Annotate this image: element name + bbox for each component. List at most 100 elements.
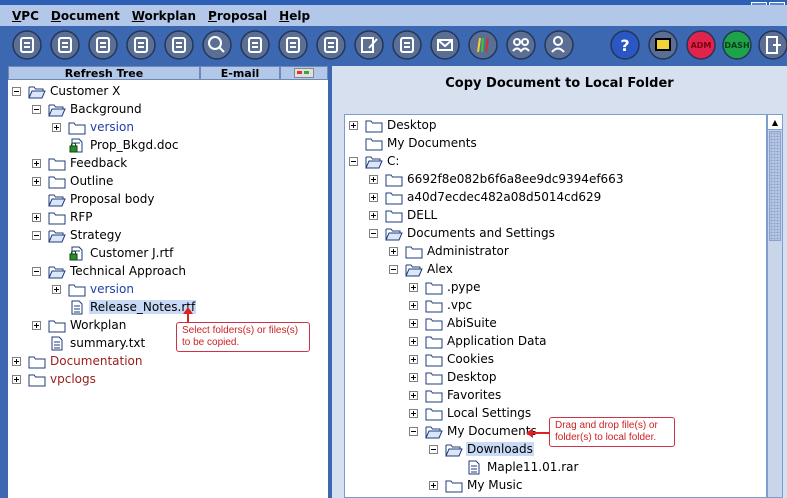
view-toggle-button[interactable] (280, 66, 328, 80)
local-tree-row[interactable]: .vpc (409, 296, 473, 314)
local-tree-row[interactable]: a40d7ecdec482a08d5014cd629 (369, 188, 602, 206)
expand-icon[interactable] (409, 354, 418, 364)
scroll-up-button[interactable]: ▲ (768, 115, 782, 130)
expand-icon[interactable] (409, 318, 418, 328)
expand-icon[interactable] (409, 282, 418, 292)
toolbar-icon-9[interactable] (316, 30, 346, 60)
local-tree-row[interactable]: Cookies (409, 350, 495, 368)
local-tree-row[interactable]: My Music (429, 476, 523, 494)
expand-icon[interactable] (32, 320, 41, 330)
expand-icon[interactable] (389, 246, 398, 256)
project-tree-row[interactable]: Release_Notes.rtf (52, 298, 197, 316)
expand-icon[interactable] (409, 336, 418, 346)
collapse-icon[interactable] (429, 444, 438, 454)
vertical-scrollbar[interactable]: ▲ (767, 114, 783, 498)
project-tree-row[interactable]: Prop_Bkgd.doc (52, 136, 179, 154)
project-tree-row[interactable]: vpclogs (12, 370, 97, 388)
project-tree-row[interactable]: RFP (32, 208, 93, 226)
project-tree-row[interactable]: Strategy (32, 226, 122, 244)
collapse-icon[interactable] (409, 426, 418, 436)
collapse-icon[interactable] (389, 264, 398, 274)
menu-item-help[interactable]: Help (279, 9, 310, 23)
toolbar-icon-3[interactable] (88, 30, 118, 60)
menu-item-proposal[interactable]: Proposal (208, 9, 267, 23)
expand-icon[interactable] (369, 192, 378, 202)
local-tree-row[interactable]: AbiSuite (409, 314, 498, 332)
project-tree-row[interactable]: Workplan (32, 316, 127, 334)
menu-item-workplan[interactable]: Workplan (132, 9, 196, 23)
email-icon[interactable] (430, 30, 460, 60)
expand-icon[interactable] (32, 212, 41, 222)
colors-icon[interactable] (468, 30, 498, 60)
help-icon[interactable]: ? (610, 30, 640, 60)
local-tree-row[interactable]: Documents and Settings (369, 224, 556, 242)
expand-icon[interactable] (369, 210, 378, 220)
project-tree-row[interactable]: Customer J.rtf (52, 244, 174, 262)
expand-icon[interactable] (12, 356, 21, 366)
edit-icon[interactable] (354, 30, 384, 60)
expand-icon[interactable] (369, 174, 378, 184)
collapse-icon[interactable] (32, 266, 41, 276)
menu-item-document[interactable]: Document (51, 9, 120, 23)
expand-icon[interactable] (409, 390, 418, 400)
local-tree-row[interactable]: C: (349, 152, 400, 170)
user-icon[interactable] (544, 30, 574, 60)
collapse-icon[interactable] (32, 104, 41, 114)
toolbar-icon-17[interactable] (648, 30, 678, 60)
project-tree-row[interactable]: Outline (32, 172, 114, 190)
project-tree-row[interactable]: Background (32, 100, 143, 118)
expand-icon[interactable] (349, 120, 358, 130)
local-tree-row[interactable]: My Documents (349, 134, 478, 152)
project-tree-row[interactable]: Customer X (12, 82, 121, 100)
toolbar-icon-4[interactable] (126, 30, 156, 60)
project-tree-row[interactable]: Feedback (32, 154, 128, 172)
local-tree-row[interactable]: DELL (369, 206, 438, 224)
project-tree-row[interactable]: summary.txt (32, 334, 146, 352)
local-tree-row[interactable]: My Documents (409, 422, 538, 440)
collapse-icon[interactable] (32, 230, 41, 240)
email-button[interactable]: E-mail (200, 66, 280, 80)
expand-icon[interactable] (409, 408, 418, 418)
project-tree-row[interactable]: version (52, 118, 135, 136)
local-tree-row[interactable]: Application Data (409, 332, 548, 350)
expand-icon[interactable] (409, 300, 418, 310)
expand-icon[interactable] (52, 284, 61, 294)
local-tree-row[interactable]: Administrator (389, 242, 510, 260)
search-icon[interactable] (202, 30, 232, 60)
exit-icon[interactable] (758, 30, 787, 60)
collapse-icon[interactable] (12, 86, 21, 96)
collapse-icon[interactable] (349, 156, 358, 166)
local-tree-row[interactable]: .pype (409, 278, 482, 296)
local-tree-row[interactable]: 6692f8e082b6f6a8ee9dc9394ef663 (369, 170, 624, 188)
expand-icon[interactable] (429, 480, 438, 490)
project-tree-row[interactable]: Technical Approach (32, 262, 187, 280)
toolbar-icon-5[interactable] (164, 30, 194, 60)
scroll-thumb[interactable] (769, 131, 781, 241)
local-tree-row[interactable]: Favorites (409, 386, 502, 404)
local-tree-row[interactable]: Desktop (349, 116, 438, 134)
local-tree-row[interactable]: Downloads (429, 440, 534, 458)
local-tree-row[interactable]: Desktop (409, 368, 498, 386)
toolbar-icon-11[interactable] (392, 30, 422, 60)
collapse-icon[interactable] (369, 228, 378, 238)
dash-icon[interactable]: DASH (722, 30, 752, 60)
people-icon[interactable] (506, 30, 536, 60)
expand-icon[interactable] (52, 122, 61, 132)
project-tree-row[interactable]: Proposal body (32, 190, 155, 208)
expand-icon[interactable] (409, 372, 418, 382)
refresh-tree-button[interactable]: Refresh Tree (8, 66, 200, 80)
project-tree-row[interactable]: Documentation (12, 352, 144, 370)
project-tree-row[interactable]: version (52, 280, 135, 298)
menu-item-vpc[interactable]: VPC (12, 9, 39, 23)
expand-icon[interactable] (12, 374, 21, 384)
local-tree-row[interactable]: Alex (389, 260, 454, 278)
toolbar-icon-8[interactable] (278, 30, 308, 60)
toolbar-icon-2[interactable] (50, 30, 80, 60)
adm-icon[interactable]: ADM (686, 30, 716, 60)
toolbar-icon-1[interactable] (12, 30, 42, 60)
local-tree-row[interactable]: Maple11.01.rar (449, 458, 579, 476)
expand-icon[interactable] (32, 158, 41, 168)
toolbar-icon-7[interactable] (240, 30, 270, 60)
local-tree-row[interactable]: Local Settings (409, 404, 532, 422)
expand-icon[interactable] (32, 176, 41, 186)
